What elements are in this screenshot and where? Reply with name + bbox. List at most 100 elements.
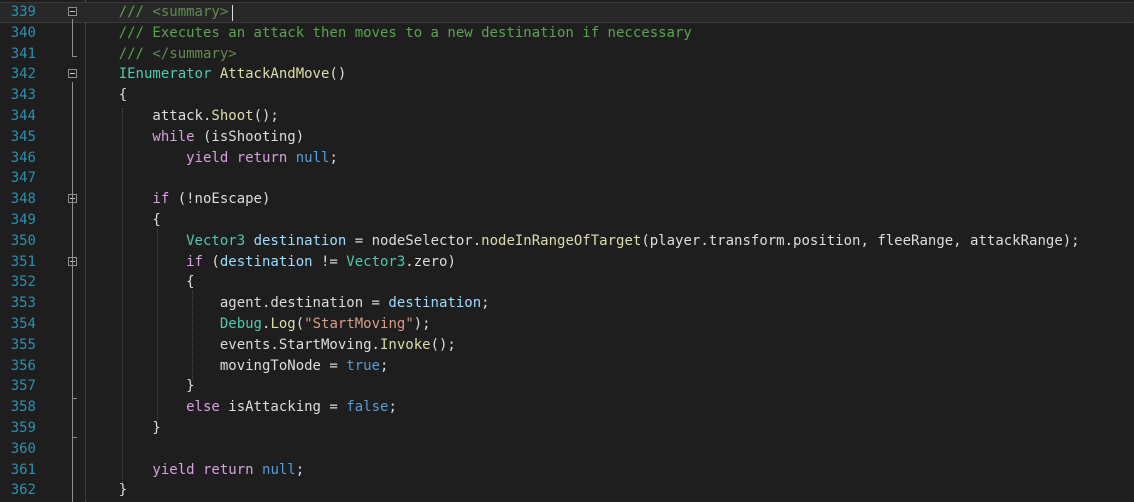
text-caret: [232, 5, 233, 21]
code-line[interactable]: 352 {: [0, 272, 1134, 293]
code-token: if: [186, 253, 203, 270]
code-token: ();: [430, 336, 456, 353]
code-text: agent.destination = destination;: [119, 293, 490, 314]
code-token: Invoke: [379, 336, 431, 353]
code-token: if: [152, 191, 170, 208]
code-token: movingToNode =: [118, 357, 347, 374]
code-text: else isAttacking = false;: [119, 397, 397, 418]
line-number: 361: [10, 461, 36, 478]
code-token: <summary>: [152, 4, 229, 20]
code-line[interactable]: 346 yield return null;: [0, 148, 1134, 169]
code-text: yield return null;: [119, 148, 338, 169]
code-token: yield: [152, 461, 195, 478]
code-line[interactable]: 356 movingToNode = true;: [0, 356, 1134, 377]
code-token: ///: [118, 45, 153, 62]
code-line[interactable]: 362}: [0, 480, 1134, 501]
code-token: Shoot: [211, 108, 254, 124]
code-line[interactable]: 359 }: [0, 418, 1134, 439]
code-text: if (destination != Vector3.zero): [119, 252, 456, 273]
outline-end-tick: [72, 437, 77, 438]
code-line[interactable]: 342 IEnumerator AttackAndMove(): [0, 64, 1134, 85]
code-text: attack.Shoot();: [118, 106, 279, 127]
line-number: 351: [10, 253, 36, 270]
code-token: Log: [270, 316, 296, 332]
code-token: /// Executes an attack then moves to a n…: [118, 24, 692, 41]
line-number: 347: [10, 170, 36, 187]
code-token: IEnumerator: [118, 66, 212, 83]
code-line[interactable]: 353 agent.destination = destination;: [0, 293, 1134, 314]
line-number: 348: [10, 191, 36, 208]
code-line[interactable]: 345 while (isShooting): [0, 127, 1134, 148]
code-line[interactable]: 350 Vector3 destination = nodeSelector.n…: [0, 231, 1134, 252]
code-token: null: [295, 149, 330, 166]
line-number: 360: [10, 440, 36, 457]
code-editor[interactable]: 339 /// <summary> 340 /// Executes an attac…: [0, 0, 1134, 502]
code-line[interactable]: 347: [0, 168, 1134, 189]
code-text: yield return null;: [119, 460, 304, 481]
code-line[interactable]: 348 if (!noEscape): [0, 189, 1134, 210]
code-line[interactable]: 360: [0, 439, 1134, 460]
code-line[interactable]: 341 /// </summary>: [0, 44, 1134, 65]
code-token: true: [346, 357, 380, 374]
code-text: }: [119, 418, 160, 439]
code-line[interactable]: 361 yield return null;: [0, 460, 1134, 481]
code-token: {: [118, 87, 128, 104]
line-number: 349: [10, 212, 36, 228]
code-line[interactable]: 351 if (destination != Vector3.zero): [0, 252, 1134, 273]
code-line[interactable]: 339 /// <summary>: [0, 2, 1134, 23]
code-token: }: [118, 482, 128, 499]
code-line[interactable]: 340 /// Executes an attack then moves to …: [0, 23, 1134, 44]
indent-guide: [192, 291, 193, 379]
collapse-icon[interactable]: [68, 7, 77, 16]
code-line[interactable]: 349 {: [0, 210, 1134, 231]
code-text: Debug.Log("StartMoving");: [119, 314, 431, 335]
code-token: </summary>: [152, 45, 237, 62]
line-number: 352: [10, 274, 36, 291]
code-token: attack.: [118, 108, 212, 124]
outline-bar: [72, 19, 73, 56]
code-token: ();: [253, 108, 279, 124]
code-line[interactable]: 355 events.StartMoving.Invoke();: [0, 335, 1134, 356]
line-number: 353: [10, 295, 36, 312]
code-line[interactable]: 357 }: [0, 376, 1134, 397]
code-token: ;: [481, 295, 490, 312]
code-text: /// Executes an attack then moves to a n…: [119, 23, 692, 44]
code-token: destination: [253, 232, 347, 249]
code-token: Debug: [219, 316, 262, 332]
collapse-icon[interactable]: [68, 69, 77, 79]
code-token: Vector3: [346, 253, 406, 270]
line-number: 356: [10, 357, 36, 374]
code-line[interactable]: 358 else isAttacking = false;: [0, 397, 1134, 418]
line-number: 362: [10, 482, 36, 499]
code-line[interactable]: 344 attack.Shoot();: [0, 106, 1134, 127]
code-line[interactable]: 343 {: [0, 85, 1134, 106]
line-number: 346: [10, 149, 36, 166]
outline-end-tick: [72, 56, 77, 57]
code-token: null: [262, 461, 296, 478]
code-token: AttackAndMove: [219, 66, 330, 83]
indent-guide: [157, 229, 158, 420]
code-token: (player.transform.position, fleeRange, a…: [641, 232, 1080, 249]
code-text: {: [119, 210, 160, 231]
code-token: "StartMoving": [304, 316, 414, 332]
code-token: isAttacking =: [219, 399, 347, 416]
code-token: ;: [329, 149, 338, 166]
code-token: );: [413, 316, 431, 332]
code-text: while (isShooting): [119, 127, 304, 148]
code-token: else: [186, 399, 220, 416]
code-line[interactable]: 354 Debug.Log("StartMoving");: [0, 314, 1134, 335]
code-text: events.StartMoving.Invoke();: [119, 335, 456, 356]
code-text: if (!noEscape): [119, 189, 270, 210]
code-token: nodeInRangeOfTarget: [481, 232, 642, 249]
code-token: .zero): [405, 253, 456, 270]
code-token: return: [236, 149, 288, 166]
code-token: = nodeSelector.: [346, 232, 482, 249]
outline-end-tick: [72, 398, 77, 399]
